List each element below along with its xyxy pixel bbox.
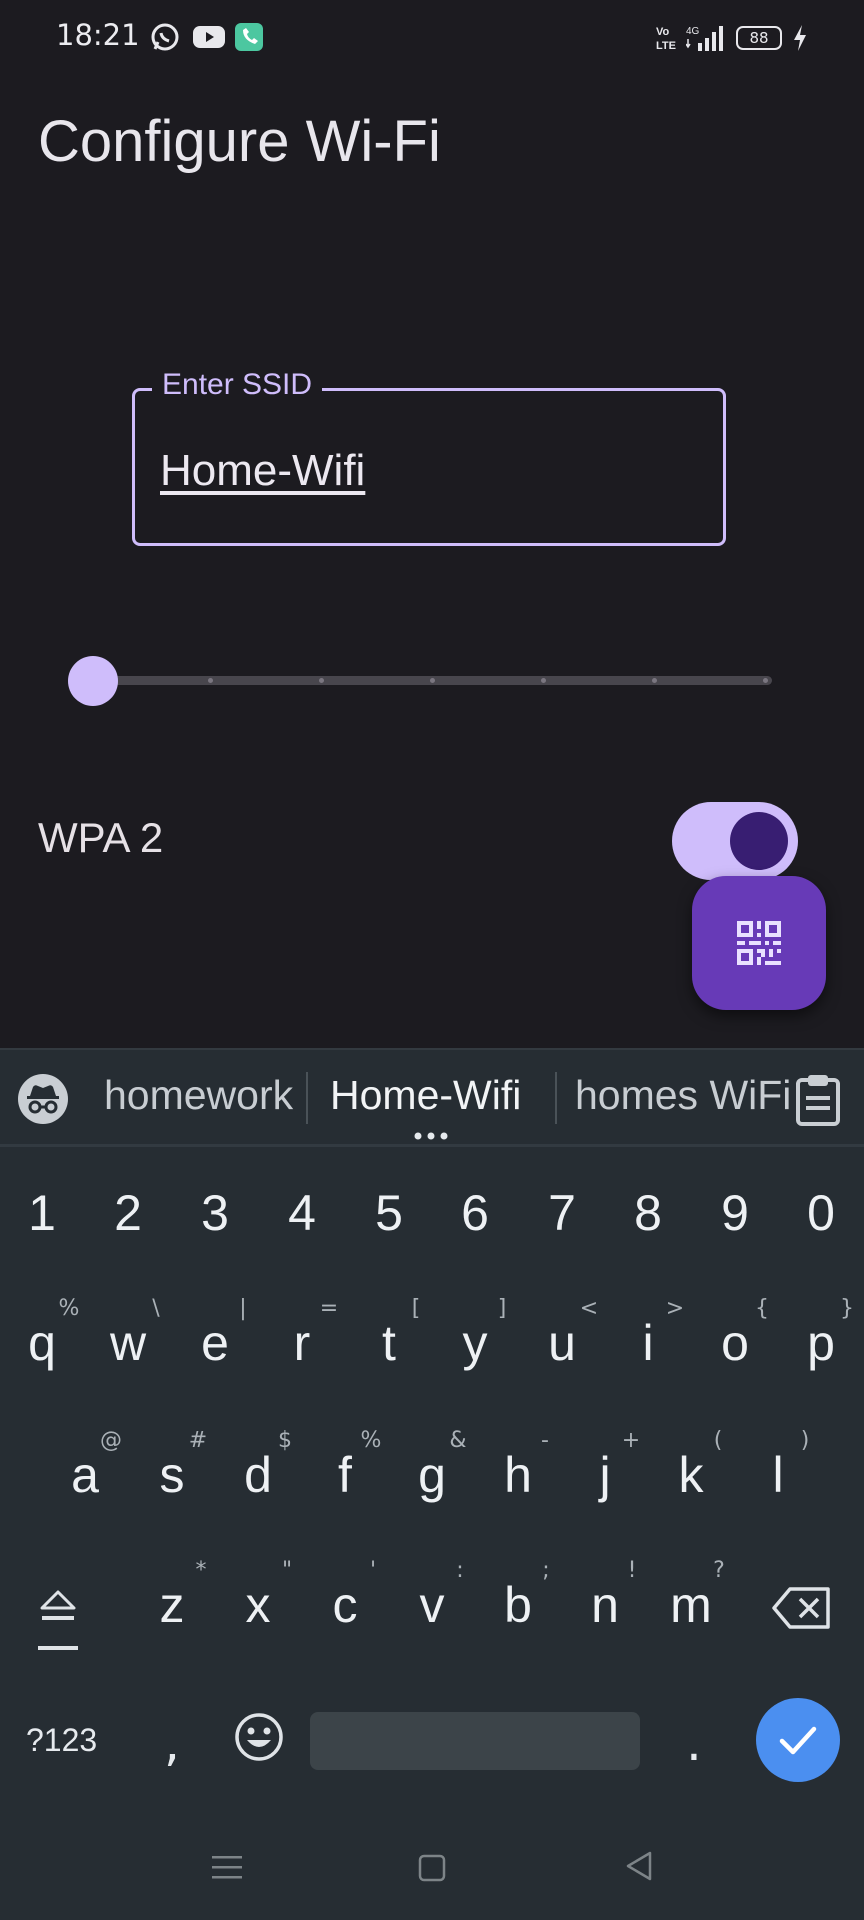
key-5[interactable]: 5 xyxy=(354,1184,424,1242)
key-k[interactable]: k xyxy=(656,1446,726,1504)
battery-icon: 88 xyxy=(736,26,782,50)
key-h[interactable]: h xyxy=(483,1446,553,1504)
svg-text:Vo: Vo xyxy=(656,26,670,38)
enter-key[interactable] xyxy=(756,1698,840,1782)
key-u[interactable]: u xyxy=(527,1314,597,1372)
key-g[interactable]: g xyxy=(397,1446,467,1504)
youtube-icon xyxy=(193,26,225,48)
key-w[interactable]: w xyxy=(93,1314,163,1372)
recent-apps-button[interactable] xyxy=(212,1852,242,1882)
qr-code-icon xyxy=(737,921,781,965)
key-n[interactable]: n xyxy=(570,1576,640,1634)
key-0[interactable]: 0 xyxy=(786,1184,856,1242)
key-s[interactable]: s xyxy=(137,1446,207,1504)
key-m[interactable]: m xyxy=(656,1576,726,1634)
slider-tick xyxy=(763,678,768,683)
home-button[interactable] xyxy=(418,1854,446,1882)
more-suggestions-icon[interactable] xyxy=(412,1130,452,1142)
key-v[interactable]: v xyxy=(397,1576,467,1634)
key-2[interactable]: 2 xyxy=(93,1184,163,1242)
key-3[interactable]: 3 xyxy=(180,1184,250,1242)
key-b[interactable]: b xyxy=(483,1576,553,1634)
key-z[interactable]: z xyxy=(137,1576,207,1634)
back-button[interactable] xyxy=(624,1850,654,1882)
period-key[interactable]: . xyxy=(686,1714,702,1772)
clipboard-icon[interactable] xyxy=(794,1072,842,1126)
slider-thumb[interactable] xyxy=(68,656,118,706)
key-l[interactable]: l xyxy=(743,1446,813,1504)
slider-tick xyxy=(541,678,546,683)
emoji-key[interactable] xyxy=(234,1712,284,1762)
scan-qr-button[interactable] xyxy=(692,876,826,1010)
volte-icon: Vo LTE xyxy=(656,26,676,52)
key-6[interactable]: 6 xyxy=(440,1184,510,1242)
key-r[interactable]: r xyxy=(267,1314,337,1372)
shift-key[interactable] xyxy=(38,1588,78,1652)
key-9[interactable]: 9 xyxy=(700,1184,770,1242)
wpa2-toggle-knob xyxy=(730,812,788,870)
suggestion-separator xyxy=(555,1072,557,1124)
whatsapp-icon xyxy=(151,23,179,51)
status-icons: Vo LTE 4G 88 xyxy=(654,20,808,56)
charging-icon xyxy=(794,25,806,51)
slider-tick xyxy=(208,678,213,683)
key-c[interactable]: c xyxy=(310,1576,380,1634)
key-o[interactable]: o xyxy=(700,1314,770,1372)
ssid-input[interactable]: Home-Wifi xyxy=(160,446,365,496)
key-1[interactable]: 1 xyxy=(7,1184,77,1242)
key-p[interactable]: p xyxy=(786,1314,856,1372)
suggestion-item-primary[interactable]: Home-Wifi xyxy=(330,1072,521,1119)
slider-tick xyxy=(430,678,435,683)
ssid-field-label: Enter SSID xyxy=(152,368,323,402)
key-f[interactable]: f xyxy=(310,1446,380,1504)
suggestion-item[interactable]: homework xyxy=(104,1072,293,1119)
status-time: 18:21 xyxy=(56,18,140,52)
wpa2-label: WPA 2 xyxy=(38,814,164,861)
key-y[interactable]: y xyxy=(440,1314,510,1372)
key-x[interactable]: x xyxy=(223,1576,293,1634)
wpa2-toggle[interactable] xyxy=(672,802,798,880)
key-q[interactable]: q xyxy=(7,1314,77,1372)
key-4[interactable]: 4 xyxy=(267,1184,337,1242)
symbols-key[interactable]: ?123 xyxy=(26,1722,97,1759)
key-a[interactable]: a xyxy=(50,1446,120,1504)
page-title: Configure Wi-Fi xyxy=(38,109,441,174)
suggestion-separator xyxy=(306,1072,308,1124)
svg-text:4G: 4G xyxy=(686,26,700,37)
slider-tick xyxy=(652,678,657,683)
slider-tick xyxy=(319,678,324,683)
key-d[interactable]: d xyxy=(223,1446,293,1504)
suggestion-item[interactable]: homes WiFi xyxy=(575,1072,791,1119)
key-7[interactable]: 7 xyxy=(527,1184,597,1242)
checkmark-icon xyxy=(779,1726,817,1755)
key-i[interactable]: i xyxy=(613,1314,683,1372)
signal-icon: 4G xyxy=(686,26,723,51)
incognito-icon[interactable] xyxy=(18,1074,68,1124)
svg-text:LTE: LTE xyxy=(656,40,676,52)
key-t[interactable]: t xyxy=(354,1314,424,1372)
key-8[interactable]: 8 xyxy=(613,1184,683,1242)
key-e[interactable]: e xyxy=(180,1314,250,1372)
backspace-key[interactable] xyxy=(772,1586,832,1630)
battery-level: 88 xyxy=(749,29,769,47)
comma-key[interactable]: , xyxy=(164,1714,180,1772)
space-key[interactable] xyxy=(310,1712,640,1770)
slider-track[interactable] xyxy=(92,676,772,685)
phone-icon xyxy=(235,23,263,51)
key-j[interactable]: j xyxy=(570,1446,640,1504)
suggestion-divider xyxy=(0,1144,864,1147)
